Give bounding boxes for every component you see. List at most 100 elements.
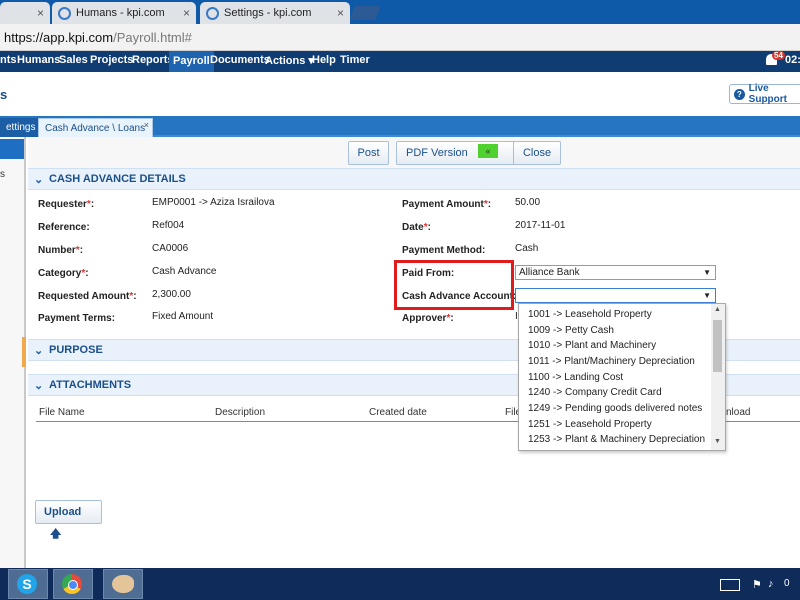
column-header-file-name: File Name <box>39 407 85 418</box>
tab-settings[interactable]: ettings <box>0 118 42 137</box>
browser-tab-settings[interactable]: Settings - kpi.com × <box>200 2 350 24</box>
live-support-button[interactable]: ? Live Support <box>729 83 800 105</box>
account-dropdown-list[interactable]: 1001 -> Leasehold Property 1009 -> Petty… <box>518 303 726 451</box>
cash-advance-account-select[interactable]: ▼ <box>515 288 716 303</box>
collapse-arrow-icon[interactable]: « <box>478 144 498 158</box>
category-label: Category*: <box>38 268 89 279</box>
app-nav: nts Humans Sales Projects Reports Payrol… <box>0 51 800 72</box>
payment-method-label: Payment Method: <box>402 245 486 256</box>
dropdown-option[interactable]: 1249 -> Pending goods delivered notes <box>528 403 702 414</box>
requested-amount-value: 2,300.00 <box>152 289 191 300</box>
browser-tab-label: Settings - kpi.com <box>224 7 312 19</box>
nav-item-accounts[interactable]: nts <box>0 54 17 66</box>
url-text[interactable]: https://app.kpi.com/Payroll.html# <box>4 30 192 45</box>
url-host: https://app.kpi.com <box>4 30 114 45</box>
payment-terms-label: Payment Terms: <box>38 313 116 324</box>
column-header-download: nload <box>726 407 751 418</box>
section-title: PURPOSE <box>49 344 103 356</box>
dropdown-option[interactable]: 1009 -> Petty Cash <box>528 325 614 336</box>
dropdown-option[interactable]: 1251 -> Leasehold Property <box>528 419 652 430</box>
chevron-down-icon: ⌄ <box>34 345 44 357</box>
chevron-down-icon: ⌄ <box>34 174 44 186</box>
section-title: ATTACHMENTS <box>49 379 132 391</box>
section-cash-advance-details[interactable]: ⌄ CASH ADVANCE DETAILS <box>28 168 800 190</box>
nav-item-humans[interactable]: Humans <box>17 54 60 66</box>
browser-tab-label: Humans - kpi.com <box>76 7 165 19</box>
close-icon[interactable]: × <box>183 6 190 20</box>
upload-label: Upload <box>44 506 82 518</box>
requested-amount-label: Requested Amount*: <box>38 291 137 302</box>
scrollbar-thumb[interactable] <box>713 320 722 372</box>
section-title: CASH ADVANCE DETAILS <box>49 173 186 185</box>
close-icon[interactable]: × <box>37 6 44 20</box>
question-icon: ? <box>734 88 745 100</box>
action-toolbar: Post PDF Version Close <box>28 137 800 170</box>
column-header-created-date: Created date <box>369 407 427 418</box>
dropdown-scrollbar[interactable]: ▲ ▼ <box>711 304 725 450</box>
paint-icon[interactable] <box>112 575 134 593</box>
dropdown-option[interactable]: 1010 -> Plant and Machinery <box>528 340 656 351</box>
page-header: s <box>0 72 800 116</box>
paid-from-selected: Alliance Bank <box>519 267 580 278</box>
kpi-favicon-icon <box>206 6 219 20</box>
nav-item-timer[interactable]: Timer <box>340 54 370 66</box>
nav-item-payroll[interactable]: Payroll <box>169 51 214 72</box>
new-tab-button[interactable] <box>349 6 381 20</box>
category-value: Cash Advance <box>152 266 217 277</box>
dropdown-option[interactable]: 1253 -> Plant & Machinery Depreciation <box>528 434 705 445</box>
keyboard-icon[interactable] <box>720 579 740 591</box>
nav-item-projects[interactable]: Projects <box>90 54 133 66</box>
address-bar[interactable]: https://app.kpi.com/Payroll.html# <box>0 24 800 51</box>
live-support-label: Live Support <box>748 83 787 105</box>
highlight-box <box>394 260 514 310</box>
notification-badge: 54 <box>772 51 785 60</box>
nav-item-reports[interactable]: Reports <box>132 54 174 66</box>
number-value: CA0006 <box>152 243 189 254</box>
paid-from-select[interactable]: Alliance Bank ▼ <box>515 265 716 280</box>
browser-tab-strip: × Humans - kpi.com × Settings - kpi.com … <box>0 0 800 24</box>
page-title: s <box>0 87 8 102</box>
chrome-icon[interactable] <box>62 574 82 594</box>
dropdown-option[interactable]: 1100 -> Landing Cost <box>528 372 623 383</box>
post-button[interactable]: Post <box>348 141 389 165</box>
scroll-down-icon[interactable]: ▼ <box>714 438 721 445</box>
taskbar-clock[interactable]: 0 <box>784 578 790 589</box>
dropdown-option[interactable]: 1240 -> Company Credit Card <box>528 387 662 398</box>
nav-item-sales[interactable]: Sales <box>59 54 88 66</box>
tab-cash-advance-loans[interactable]: Cash Advance \ Loans × <box>38 118 153 137</box>
payment-amount-value: 50.00 <box>515 197 541 208</box>
url-path: /Payroll.html# <box>113 30 192 45</box>
nav-item-help[interactable]: Help <box>312 54 336 66</box>
speaker-icon[interactable]: ♪ <box>768 578 774 590</box>
reference-value: Ref004 <box>152 220 185 231</box>
flag-icon[interactable]: ⚑ <box>752 578 762 591</box>
scroll-up-icon[interactable]: ▲ <box>714 306 721 313</box>
dropdown-option[interactable]: 1011 -> Plant/Machinery Depreciation <box>528 356 695 367</box>
browser-tab-0[interactable]: × <box>0 2 50 24</box>
close-button[interactable]: Close <box>513 141 561 165</box>
browser-tab-humans[interactable]: Humans - kpi.com × <box>52 2 196 24</box>
number-label: Number*: <box>38 245 84 256</box>
nav-item-actions[interactable]: Actions ▾ <box>265 54 314 67</box>
upload-arrow-icon: 🡅 <box>50 528 62 540</box>
nav-item-documents[interactable]: Documents <box>210 54 270 66</box>
approver-label: Approver*: <box>402 313 454 324</box>
close-icon[interactable]: × <box>337 6 344 20</box>
dropdown-arrow-icon: ▼ <box>703 268 711 277</box>
dropdown-arrow-icon: ▼ <box>703 291 711 300</box>
reference-label: Reference: <box>38 222 90 233</box>
kpi-favicon-icon <box>58 6 71 20</box>
column-header-description: Description <box>215 407 266 418</box>
payment-terms-value: Fixed Amount <box>152 311 214 322</box>
skype-icon[interactable]: S <box>17 574 37 594</box>
sidebar-active-item[interactable] <box>0 139 24 159</box>
close-icon[interactable]: × <box>144 116 149 135</box>
payment-method-value: Cash <box>515 243 539 254</box>
dropdown-option[interactable]: 1001 -> Leasehold Property <box>528 309 652 320</box>
left-sidebar: s <box>0 137 26 568</box>
sidebar-item-label[interactable]: s <box>0 169 5 180</box>
chevron-down-icon: ⌄ <box>34 380 44 392</box>
upload-button[interactable]: Upload 🡅 <box>35 500 102 540</box>
page-tabs: ettings Cash Advance \ Loans × <box>0 116 800 137</box>
date-label: Date*: <box>402 222 431 233</box>
